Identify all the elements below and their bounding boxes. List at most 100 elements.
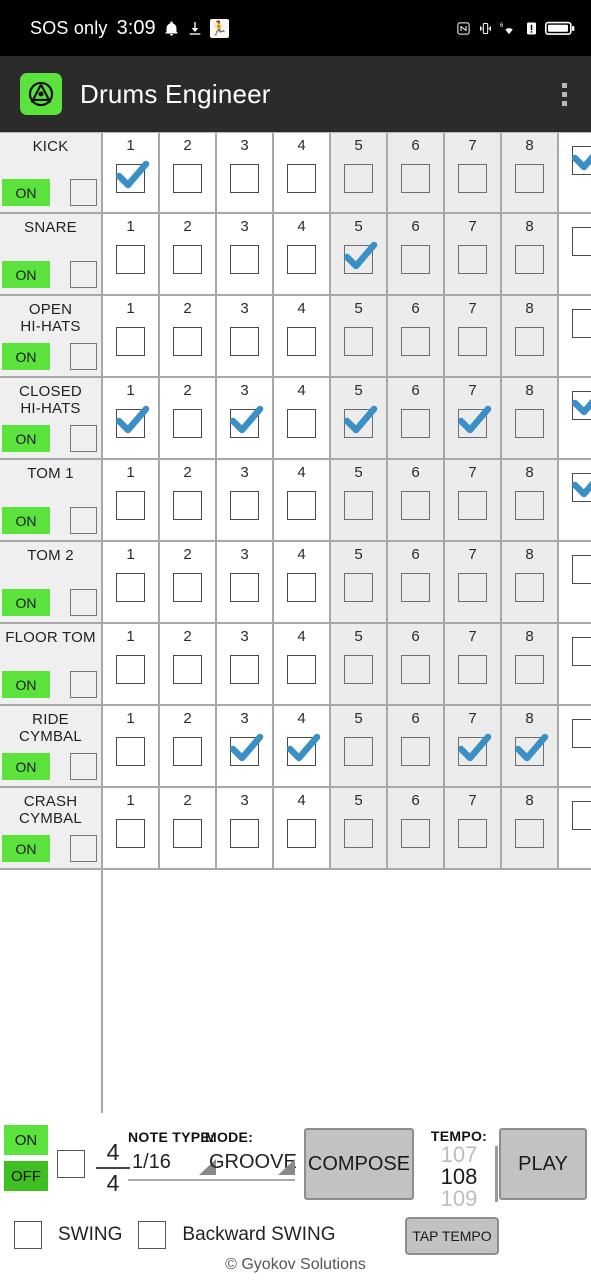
step-cell-partial[interactable] (559, 542, 591, 622)
step-checkbox[interactable] (572, 227, 591, 256)
step-checkbox[interactable] (401, 819, 430, 848)
step-checkbox[interactable] (344, 737, 373, 766)
step-cell[interactable]: 3 (217, 624, 274, 704)
step-cell[interactable]: 3 (217, 706, 274, 786)
step-cell[interactable]: 1 (103, 133, 160, 212)
step-checkbox[interactable] (401, 737, 430, 766)
step-checkbox[interactable] (515, 164, 544, 193)
step-checkbox[interactable] (458, 327, 487, 356)
play-button[interactable]: PLAY (499, 1128, 587, 1200)
step-checkbox[interactable] (173, 409, 202, 438)
step-checkbox[interactable] (229, 405, 264, 438)
instrument-on-button[interactable]: ON (2, 835, 50, 862)
step-cell[interactable]: 1 (103, 788, 160, 868)
time-signature[interactable]: 4 4 (94, 1141, 132, 1195)
step-cell[interactable]: 3 (217, 378, 274, 458)
step-checkbox[interactable] (287, 409, 316, 438)
step-cell[interactable]: 4 (274, 706, 331, 786)
step-cell[interactable]: 2 (160, 460, 217, 540)
mode-dropdown[interactable]: MODE: GROOVE (205, 1129, 297, 1181)
step-cell[interactable]: 8 (502, 542, 559, 622)
step-checkbox[interactable] (344, 655, 373, 684)
instrument-select-checkbox[interactable] (70, 343, 97, 370)
step-cell-partial[interactable] (559, 214, 591, 294)
step-checkbox[interactable] (173, 245, 202, 274)
step-cell[interactable]: 5 (331, 460, 388, 540)
instrument-on-button[interactable]: ON (2, 589, 50, 616)
tempo-current-value[interactable]: 108 (424, 1166, 494, 1188)
instrument-on-button[interactable]: ON (2, 261, 50, 288)
step-cell[interactable]: 7 (445, 296, 502, 376)
note-type-dropdown[interactable]: NOTE TYPE: 1/16 (128, 1129, 216, 1181)
step-cell[interactable]: 6 (388, 460, 445, 540)
step-checkbox[interactable] (401, 573, 430, 602)
step-cell[interactable]: 5 (331, 214, 388, 294)
step-checkbox[interactable] (458, 245, 487, 274)
step-checkbox[interactable] (116, 327, 145, 356)
instrument-on-button[interactable]: ON (2, 425, 50, 452)
step-cell[interactable]: 4 (274, 542, 331, 622)
step-checkbox[interactable] (571, 473, 591, 502)
step-checkbox[interactable] (515, 655, 544, 684)
step-cell[interactable]: 2 (160, 624, 217, 704)
step-checkbox[interactable] (115, 405, 150, 438)
step-cell-partial[interactable] (559, 624, 591, 704)
step-cell[interactable]: 8 (502, 788, 559, 868)
step-checkbox[interactable] (458, 819, 487, 848)
step-checkbox[interactable] (287, 245, 316, 274)
step-checkbox[interactable] (572, 309, 591, 338)
step-checkbox[interactable] (173, 573, 202, 602)
instrument-on-button[interactable]: ON (2, 179, 50, 206)
step-checkbox[interactable] (230, 245, 259, 274)
step-checkbox[interactable] (458, 164, 487, 193)
step-cell[interactable]: 4 (274, 460, 331, 540)
step-checkbox[interactable] (401, 245, 430, 274)
step-cell[interactable]: 5 (331, 133, 388, 212)
power-on-button[interactable]: ON (4, 1125, 48, 1155)
step-checkbox[interactable] (173, 655, 202, 684)
step-cell[interactable]: 8 (502, 624, 559, 704)
step-cell[interactable]: 7 (445, 542, 502, 622)
step-checkbox[interactable] (344, 491, 373, 520)
step-cell[interactable]: 5 (331, 542, 388, 622)
tempo-picker[interactable]: TEMPO: 107 108 109 (424, 1128, 498, 1210)
step-checkbox[interactable] (286, 733, 321, 766)
step-cell[interactable]: 7 (445, 788, 502, 868)
step-checkbox[interactable] (458, 491, 487, 520)
step-cell[interactable]: 5 (331, 624, 388, 704)
step-cell[interactable]: 5 (331, 788, 388, 868)
tap-tempo-button[interactable]: TAP TEMPO (405, 1217, 499, 1255)
step-checkbox[interactable] (173, 737, 202, 766)
step-checkbox[interactable] (229, 733, 264, 766)
step-checkbox[interactable] (287, 491, 316, 520)
step-checkbox[interactable] (116, 491, 145, 520)
step-cell[interactable]: 8 (502, 706, 559, 786)
step-cell[interactable]: 8 (502, 378, 559, 458)
step-checkbox[interactable] (287, 655, 316, 684)
step-cell[interactable]: 6 (388, 214, 445, 294)
step-checkbox[interactable] (230, 491, 259, 520)
step-cell[interactable]: 5 (331, 706, 388, 786)
step-checkbox[interactable] (572, 637, 591, 666)
step-cell[interactable]: 2 (160, 378, 217, 458)
step-checkbox[interactable] (344, 819, 373, 848)
step-checkbox[interactable] (401, 491, 430, 520)
step-checkbox[interactable] (401, 655, 430, 684)
instrument-select-checkbox[interactable] (70, 753, 97, 780)
step-cell[interactable]: 6 (388, 296, 445, 376)
step-cell[interactable]: 4 (274, 133, 331, 212)
step-checkbox[interactable] (457, 733, 492, 766)
step-cell[interactable]: 5 (331, 378, 388, 458)
step-checkbox[interactable] (287, 327, 316, 356)
step-checkbox[interactable] (572, 555, 591, 584)
tempo-previous-value[interactable]: 107 (424, 1144, 494, 1166)
instrument-select-checkbox[interactable] (70, 261, 97, 288)
step-checkbox[interactable] (458, 655, 487, 684)
instrument-select-checkbox[interactable] (70, 179, 97, 206)
step-checkbox[interactable] (230, 164, 259, 193)
step-checkbox[interactable] (116, 655, 145, 684)
swing-checkbox[interactable] (14, 1221, 42, 1249)
step-cell[interactable]: 6 (388, 788, 445, 868)
step-checkbox[interactable] (458, 573, 487, 602)
step-checkbox[interactable] (116, 737, 145, 766)
